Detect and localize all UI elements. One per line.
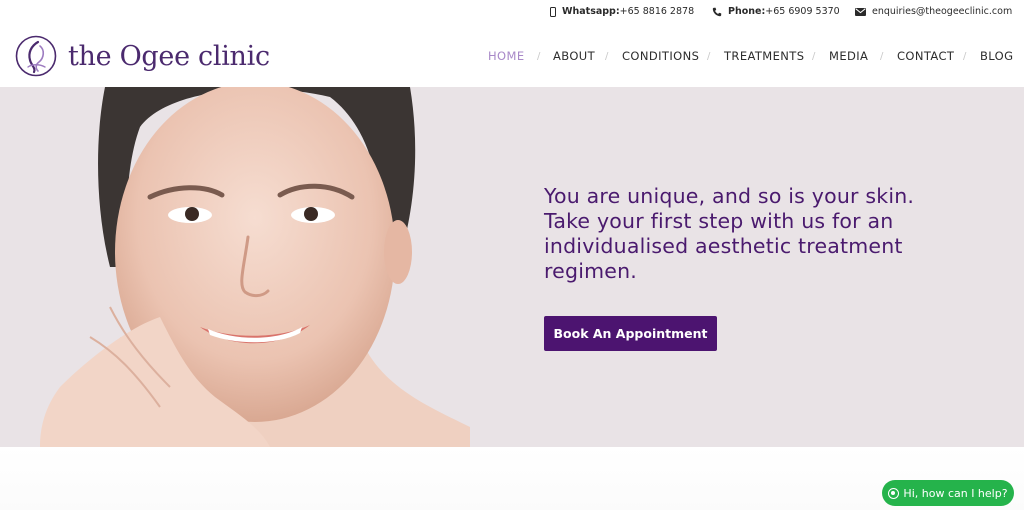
whatsapp-number[interactable]: +65 8816 2878 [620, 6, 694, 17]
whatsapp-icon [888, 487, 900, 499]
nav-item-treatments[interactable]: TREATMENTS [724, 49, 804, 63]
content-band [0, 447, 1024, 510]
mobile-phone-icon [550, 6, 556, 17]
phone-icon [712, 7, 722, 16]
chat-label: Hi, how can I help? [903, 486, 1008, 500]
hero-portrait-image [40, 87, 470, 447]
nav-separator: / [707, 51, 711, 62]
email-contact[interactable]: enquiries@theogeeclinic.com [855, 6, 1012, 17]
phone-number[interactable]: +65 6909 5370 [765, 6, 839, 17]
site-header: the Ogee clinic HOME / ABOUT / CONDITION… [0, 24, 1024, 88]
nav-separator: / [880, 51, 884, 62]
nav-separator: / [963, 51, 967, 62]
main-nav: HOME / ABOUT / CONDITIONS / TREATMENTS /… [0, 49, 1024, 65]
email-address[interactable]: enquiries@theogeeclinic.com [872, 6, 1012, 17]
nav-separator: / [605, 51, 609, 62]
phone-contact[interactable]: Phone: +65 6909 5370 [712, 6, 840, 17]
hero-banner: You are unique, and so is your skin. Tak… [0, 87, 1024, 447]
nav-item-blog[interactable]: BLOG [980, 49, 1013, 63]
whatsapp-label: Whatsapp: [562, 6, 620, 17]
envelope-icon [855, 7, 866, 16]
nav-separator: / [812, 51, 816, 62]
nav-item-media[interactable]: MEDIA [829, 49, 868, 63]
nav-item-about[interactable]: ABOUT [553, 49, 595, 63]
nav-item-conditions[interactable]: CONDITIONS [622, 49, 699, 63]
nav-item-contact[interactable]: CONTACT [897, 49, 954, 63]
nav-item-home[interactable]: HOME [488, 49, 525, 63]
whatsapp-chat-button[interactable]: Hi, how can I help? [882, 480, 1014, 506]
phone-label: Phone: [728, 6, 766, 17]
nav-separator: / [537, 51, 541, 62]
top-contact-bar: Whatsapp: +65 8816 2878 Phone: +65 6909 … [0, 0, 1024, 24]
book-appointment-button[interactable]: Book An Appointment [544, 316, 717, 351]
hero-headline: You are unique, and so is your skin. Tak… [544, 184, 915, 283]
whatsapp-contact[interactable]: Whatsapp: +65 8816 2878 [550, 6, 694, 17]
